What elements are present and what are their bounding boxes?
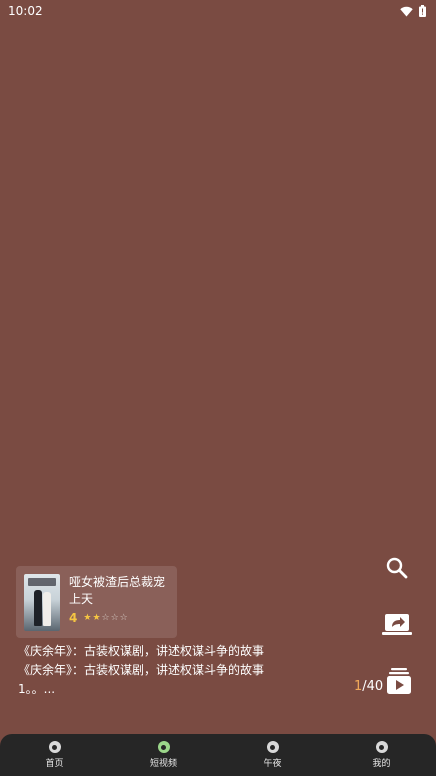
- tab-short-video-label: 短视频: [149, 759, 177, 769]
- search-icon: [386, 557, 408, 579]
- midnight-icon: [266, 741, 279, 753]
- star-empty-icon: ☆: [101, 613, 111, 623]
- tab-home[interactable]: 首页: [15, 741, 95, 769]
- rating-stars-icon: ★★☆☆☆: [83, 613, 128, 623]
- description-line-3: 1。。...: [18, 682, 56, 696]
- search-button[interactable]: [383, 554, 411, 582]
- drama-description: 《庆余年》：古装权谋剧，讲述权谋斗争的故事 《庆余年》：古装权谋剧，讲述权谋斗争…: [18, 642, 288, 699]
- drama-poster: [24, 574, 60, 631]
- episode-list-button[interactable]: [385, 666, 413, 696]
- star-empty-icon: ☆: [119, 613, 129, 623]
- star-filled-icon: ★: [92, 613, 102, 623]
- description-line-1: 《庆余年》：古装权谋剧，讲述权谋斗争的故事: [18, 644, 265, 658]
- bottom-tab-bar: 首页 短视频 午夜 我的: [0, 734, 436, 776]
- home-icon: [48, 741, 61, 753]
- share-icon: [382, 614, 412, 635]
- tab-home-label: 首页: [45, 759, 64, 769]
- drama-score: 4: [69, 611, 78, 625]
- episode-list-icon: [387, 668, 411, 694]
- battery-icon: [419, 5, 426, 17]
- tab-short-video[interactable]: 短视频: [124, 741, 204, 769]
- star-empty-icon: ☆: [110, 613, 120, 623]
- description-line-2: 《庆余年》：古装权谋剧，讲述权谋斗争的故事: [18, 663, 265, 677]
- drama-rating: 4 ★★☆☆☆: [69, 611, 129, 625]
- profile-icon: [375, 741, 388, 753]
- episode-total: /40: [362, 679, 384, 694]
- status-bar: 10:02: [0, 0, 436, 22]
- episode-counter: 1/40: [354, 679, 383, 694]
- tab-mine[interactable]: 我的: [342, 741, 422, 769]
- tab-midnight-label: 午夜: [263, 759, 282, 769]
- status-icons: [400, 5, 426, 17]
- short-video-icon: [157, 741, 170, 753]
- status-time: 10:02: [8, 4, 43, 18]
- wifi-icon: [400, 6, 413, 16]
- drama-card[interactable]: 哑女被渣后总裁宠上天 4 ★★☆☆☆: [16, 566, 177, 638]
- share-button[interactable]: [381, 610, 413, 638]
- drama-title: 哑女被渣后总裁宠上天: [69, 575, 166, 606]
- tab-midnight[interactable]: 午夜: [233, 741, 313, 769]
- tab-mine-label: 我的: [372, 759, 391, 769]
